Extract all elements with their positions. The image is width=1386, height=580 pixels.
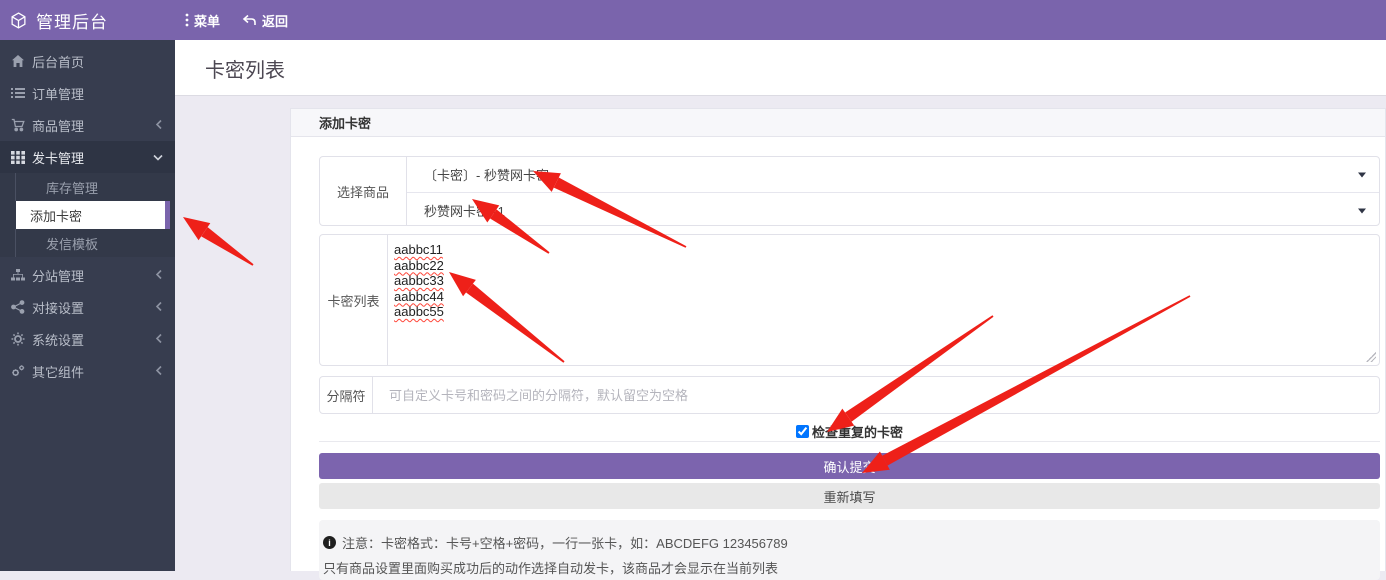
- app-title: 管理后台: [36, 8, 108, 33]
- grid-icon: [11, 150, 25, 164]
- chevron-left-icon: [155, 364, 163, 379]
- divider: [319, 441, 1380, 442]
- caret-down-icon: [1358, 208, 1366, 213]
- gear-icon: [11, 332, 25, 346]
- chevron-left-icon: [155, 268, 163, 283]
- page-title: 卡密列表: [205, 54, 285, 83]
- sidebar-item-api-settings[interactable]: 对接设置: [0, 291, 175, 323]
- nodes-icon: [11, 300, 25, 314]
- sidebar-item-other-components[interactable]: 其它组件: [0, 355, 175, 387]
- list-icon: [11, 86, 25, 100]
- sidebar-item-substation[interactable]: 分站管理: [0, 259, 175, 291]
- chevron-left-icon: [155, 300, 163, 315]
- sidebar-item-system-settings[interactable]: 系统设置: [0, 323, 175, 355]
- reply-arrow-icon: [242, 14, 257, 27]
- brand: 管理后台: [10, 0, 108, 40]
- sidebar: 后台首页 订单管理 商品管理: [0, 40, 175, 571]
- card-management-submenu: 库存管理 添加卡密 发信模板: [0, 173, 175, 257]
- reset-button[interactable]: 重新填写: [319, 483, 1380, 509]
- panel-header: 添加卡密: [291, 109, 1385, 137]
- vertical-dots-icon: [185, 13, 189, 27]
- chevron-left-icon: [155, 118, 163, 133]
- page-title-band: 卡密列表: [175, 40, 1386, 96]
- cart-icon: [11, 118, 25, 132]
- product-row: 选择商品 〔卡密〕- 秒赞网卡密 秒赞网卡密X1: [319, 156, 1380, 226]
- info-icon: i: [323, 536, 336, 549]
- separator-label: 分隔符: [320, 377, 373, 413]
- chevron-down-icon: [153, 150, 163, 165]
- cube-logo-icon: [10, 12, 27, 29]
- card-list-row: 卡密列表 aabbc11 aabbc22 aabbc33 aabbc44 aab…: [319, 234, 1380, 366]
- caret-down-icon: [1358, 172, 1366, 177]
- sidebar-item-orders[interactable]: 订单管理: [0, 77, 175, 109]
- duplicate-check-row: 检查重复的卡密: [319, 422, 1380, 440]
- menu-button[interactable]: 菜单: [185, 11, 220, 30]
- card-line: aabbc55: [394, 304, 444, 319]
- home-icon: [11, 54, 25, 68]
- product-row-label: 选择商品: [320, 157, 407, 225]
- submit-button[interactable]: 确认提交: [319, 453, 1380, 479]
- back-button[interactable]: 返回: [242, 11, 288, 30]
- sidebar-subitem-stock[interactable]: 库存管理: [15, 173, 174, 201]
- separator-row: 分隔符: [319, 376, 1380, 414]
- panel-title: 添加卡密: [319, 113, 371, 132]
- note-line-1: 注意：卡密格式：卡号+空格+密码，一行一张卡，如：ABCDEFG 1234567…: [342, 533, 788, 552]
- note-box: i 注意：卡密格式：卡号+空格+密码，一行一张卡，如：ABCDEFG 12345…: [319, 520, 1380, 580]
- card-list-textarea[interactable]: aabbc11 aabbc22 aabbc33 aabbc44 aabbc55: [388, 235, 1379, 365]
- product-item-select[interactable]: 秒赞网卡密X1: [407, 192, 1379, 228]
- duplicate-check-label: 检查重复的卡密: [812, 422, 903, 441]
- sidebar-subitem-add-card[interactable]: 添加卡密: [16, 201, 170, 229]
- duplicate-check-checkbox[interactable]: [796, 425, 809, 438]
- card-line: aabbc44: [394, 289, 444, 304]
- product-category-select[interactable]: 〔卡密〕- 秒赞网卡密: [407, 157, 1379, 192]
- sidebar-item-products[interactable]: 商品管理: [0, 109, 175, 141]
- card-line: aabbc11: [394, 242, 443, 257]
- main-content: 卡密列表 添加卡密 选择商品 〔卡密〕- 秒赞网卡密 秒赞网卡密X1 卡密列表: [175, 40, 1386, 571]
- sidebar-item-card-management[interactable]: 发卡管理: [0, 141, 175, 173]
- textarea-resize-handle[interactable]: [1366, 352, 1376, 362]
- sidebar-item-dashboard[interactable]: 后台首页: [0, 45, 175, 77]
- sitemap-icon: [11, 268, 25, 282]
- top-header-bar: 管理后台 菜单 返回: [0, 0, 1386, 40]
- card-line: aabbc33: [394, 273, 444, 288]
- card-list-label: 卡密列表: [320, 235, 388, 365]
- cogs-icon: [11, 364, 25, 378]
- separator-input[interactable]: [373, 377, 1379, 413]
- add-card-panel: 添加卡密 选择商品 〔卡密〕- 秒赞网卡密 秒赞网卡密X1 卡密列表 aab: [290, 108, 1386, 571]
- note-line-2: 只有商品设置里面购买成功后的动作选择自动发卡，该商品才会显示在当前列表: [323, 558, 1380, 577]
- card-line: aabbc22: [394, 258, 444, 273]
- sidebar-subitem-mail-template[interactable]: 发信模板: [15, 229, 174, 257]
- chevron-left-icon: [155, 332, 163, 347]
